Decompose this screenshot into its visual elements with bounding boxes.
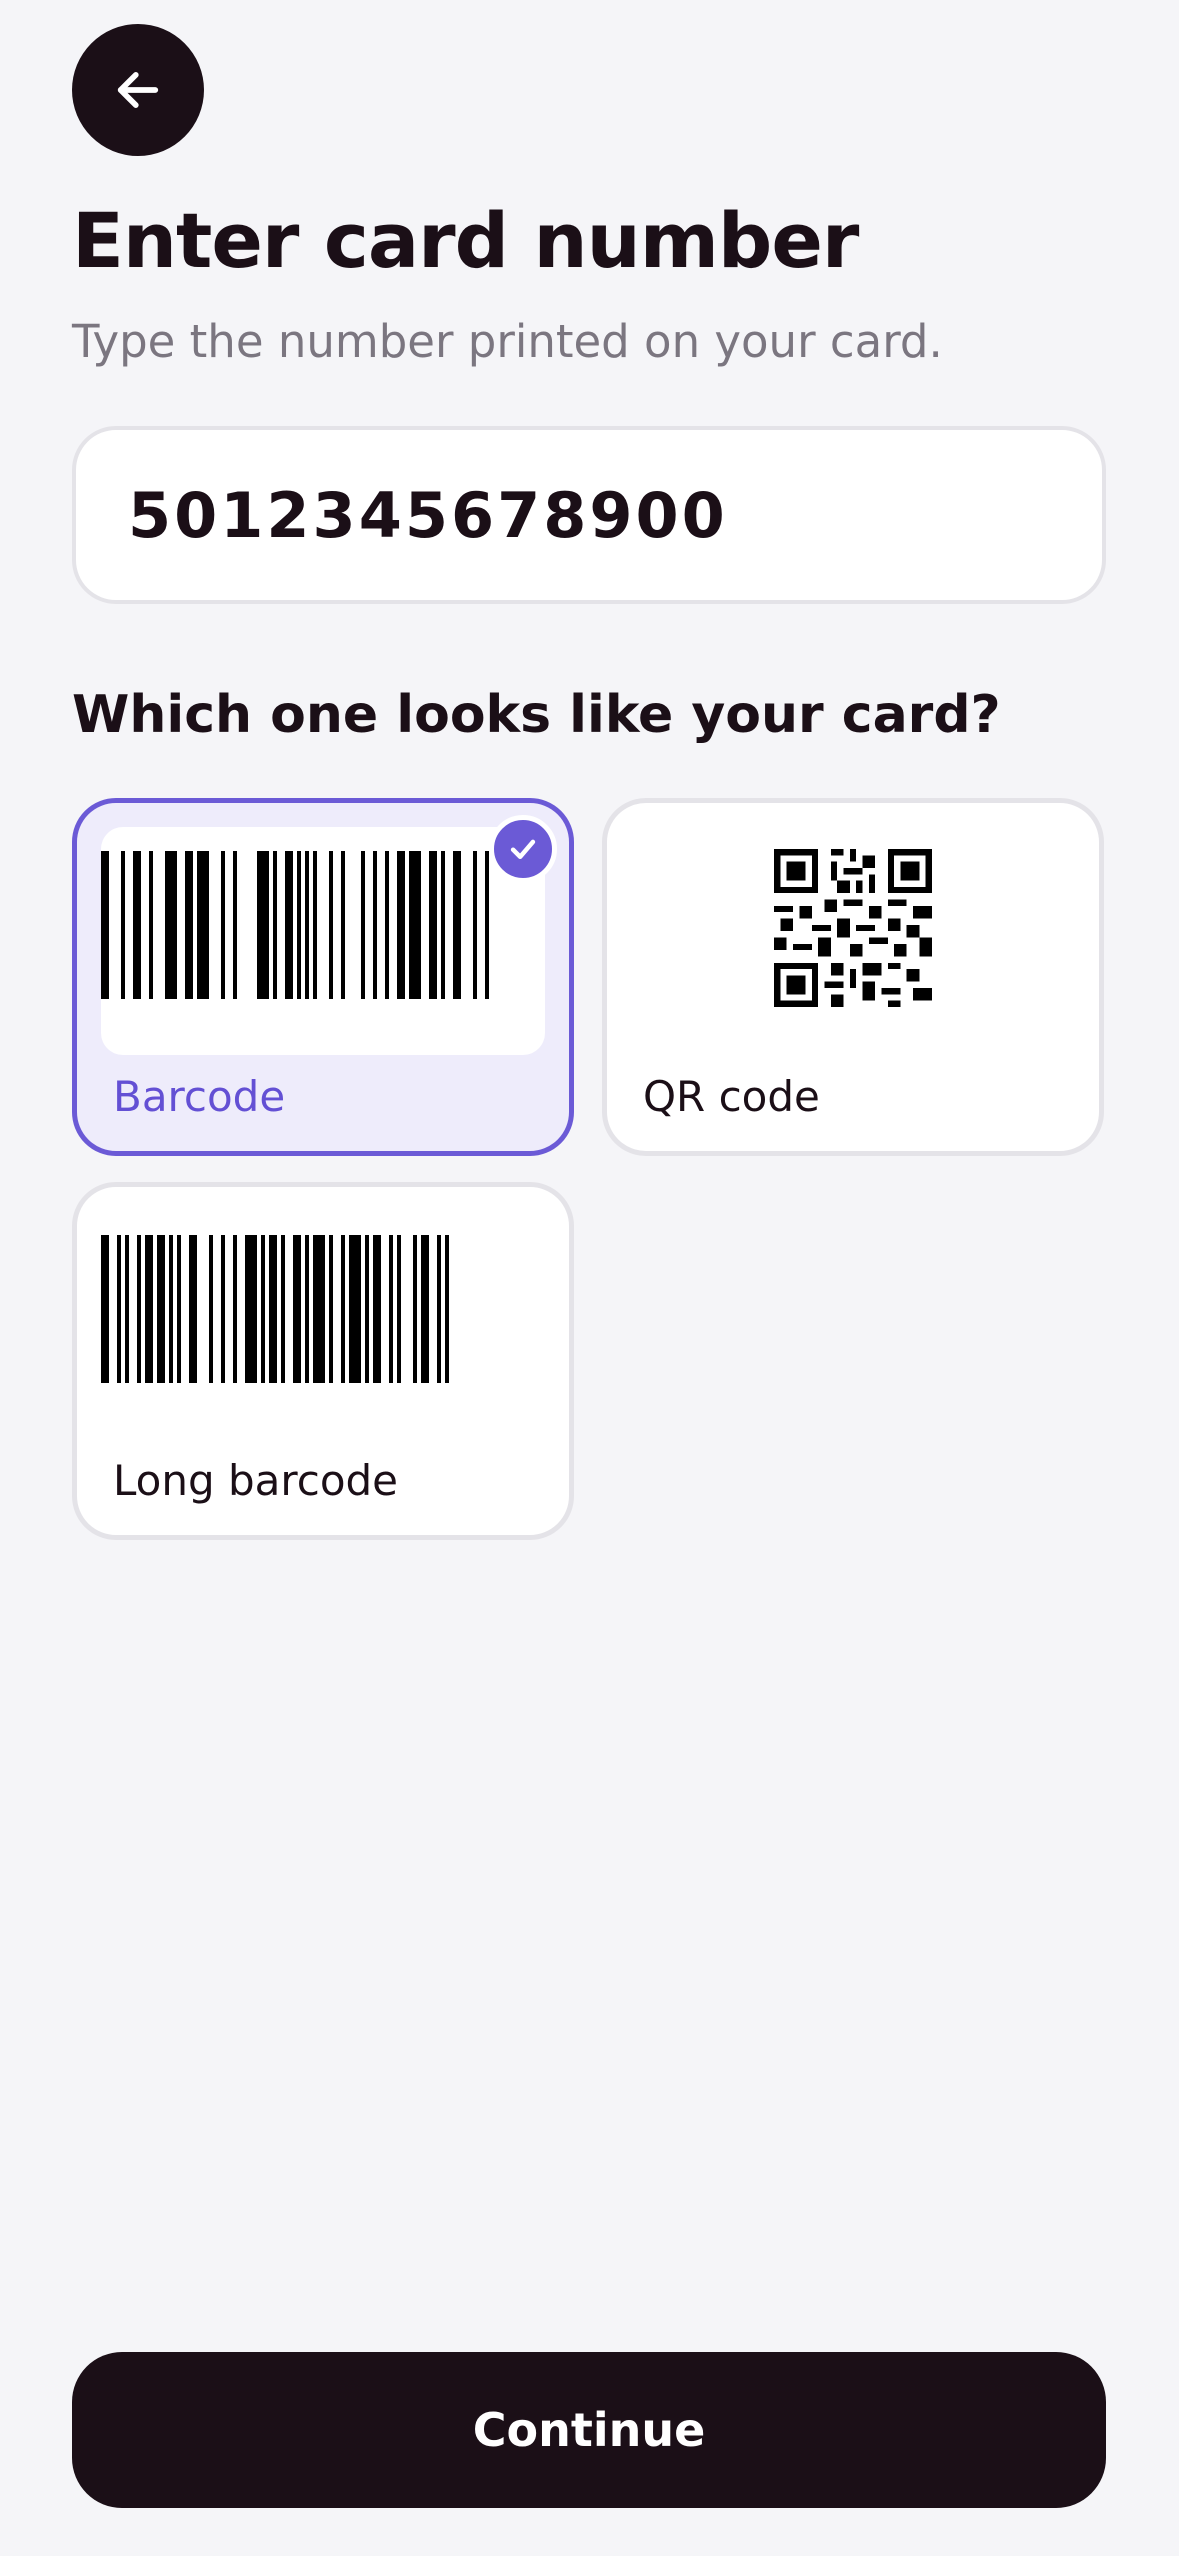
page-title: Enter card number (72, 196, 859, 285)
option-qr-code[interactable]: QR code (602, 798, 1104, 1156)
option-long-barcode-label: Long barcode (113, 1456, 399, 1505)
card-type-question: Which one looks like your card? (72, 685, 1001, 745)
option-qr-code-label: QR code (643, 1072, 820, 1121)
option-barcode-label: Barcode (113, 1072, 286, 1121)
continue-button[interactable]: Continue (72, 2352, 1106, 2508)
qr-code-icon (774, 849, 932, 1007)
page-subtitle: Type the number printed on your card. (72, 315, 943, 368)
barcode-preview (101, 827, 545, 1055)
option-long-barcode[interactable]: Long barcode (72, 1182, 574, 1540)
barcode-icon (101, 851, 545, 999)
back-button[interactable] (72, 24, 204, 156)
long-barcode-icon (101, 1235, 545, 1383)
checkmark-icon (489, 815, 557, 883)
card-number-input[interactable] (72, 426, 1106, 604)
arrow-left-icon (117, 72, 159, 108)
long-barcode-preview (101, 1211, 545, 1439)
option-barcode[interactable]: Barcode (72, 798, 574, 1156)
